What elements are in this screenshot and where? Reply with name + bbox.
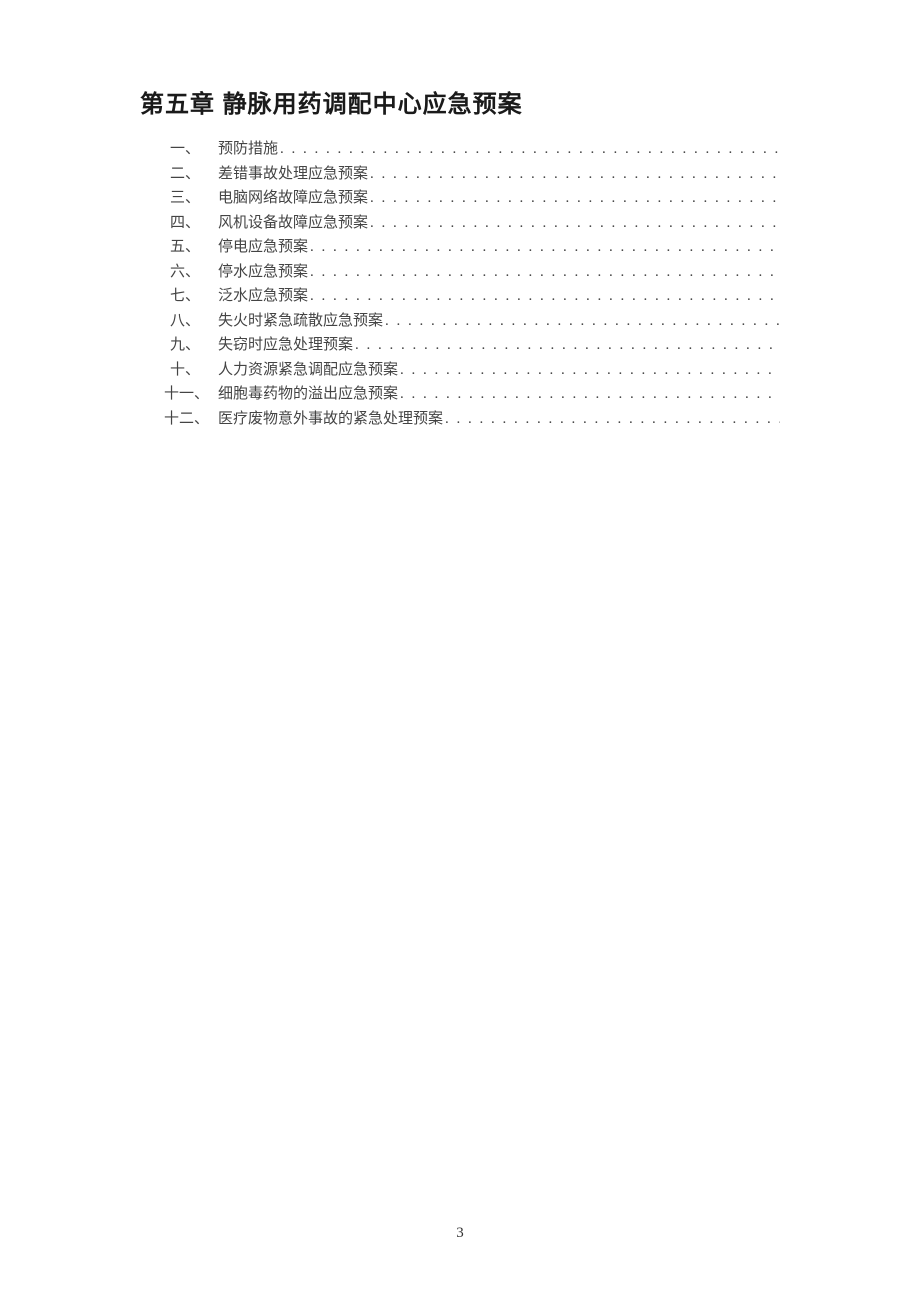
toc-number: 十二、: [164, 407, 218, 432]
toc-entry: 二、 差错事故处理应急预案 . . . . . . . . . . . . . …: [170, 162, 780, 187]
toc-label: 停电应急预案: [218, 235, 308, 260]
toc-entry: 三、 电脑网络故障应急预案 . . . . . . . . . . . . . …: [170, 186, 780, 211]
toc-entry: 十、 人力资源紧急调配应急预案 . . . . . . . . . . . . …: [170, 358, 780, 383]
toc-label: 停水应急预案: [218, 260, 308, 285]
toc-label: 人力资源紧急调配应急预案: [218, 358, 398, 383]
toc-entry: 九、 失窃时应急处理预案 . . . . . . . . . . . . . .…: [170, 333, 780, 358]
toc-leader-dots: . . . . . . . . . . . . . . . . . . . . …: [368, 162, 780, 187]
toc-leader-dots: . . . . . . . . . . . . . . . . . . . . …: [398, 382, 780, 407]
toc-leader-dots: . . . . . . . . . . . . . . . . . . . . …: [443, 407, 780, 432]
chapter-title: 第五章 静脉用药调配中心应急预案: [140, 84, 780, 119]
toc-label: 风机设备故障应急预案: [218, 211, 368, 236]
toc-label: 细胞毒药物的溢出应急预案: [218, 382, 398, 407]
toc-number: 九、: [170, 333, 218, 358]
toc-number: 八、: [170, 309, 218, 334]
toc-entry: 五、 停电应急预案 . . . . . . . . . . . . . . . …: [170, 235, 780, 260]
toc-number: 二、: [170, 162, 218, 187]
page-number: 3: [0, 1225, 920, 1242]
toc-leader-dots: . . . . . . . . . . . . . . . . . . . . …: [308, 260, 780, 285]
toc-label: 预防措施: [218, 137, 278, 162]
toc-label: 医疗废物意外事故的紧急处理预案: [218, 407, 443, 432]
toc-label: 失火时紧急疏散应急预案: [218, 309, 383, 334]
table-of-contents: 一、 预防措施 . . . . . . . . . . . . . . . . …: [170, 137, 780, 431]
toc-leader-dots: . . . . . . . . . . . . . . . . . . . . …: [353, 333, 780, 358]
toc-leader-dots: . . . . . . . . . . . . . . . . . . . . …: [398, 358, 780, 383]
document-page: 第五章 静脉用药调配中心应急预案 一、 预防措施 . . . . . . . .…: [0, 0, 920, 1302]
toc-number: 十、: [170, 358, 218, 383]
toc-number: 五、: [170, 235, 218, 260]
toc-entry: 一、 预防措施 . . . . . . . . . . . . . . . . …: [170, 137, 780, 162]
toc-label: 失窃时应急处理预案: [218, 333, 353, 358]
toc-leader-dots: . . . . . . . . . . . . . . . . . . . . …: [383, 309, 780, 334]
toc-label: 电脑网络故障应急预案: [218, 186, 368, 211]
toc-number: 七、: [170, 284, 218, 309]
toc-entry: 七、 泛水应急预案 . . . . . . . . . . . . . . . …: [170, 284, 780, 309]
toc-number: 六、: [170, 260, 218, 285]
toc-entry: 十一、 细胞毒药物的溢出应急预案 . . . . . . . . . . . .…: [170, 382, 780, 407]
toc-entry: 四、 风机设备故障应急预案 . . . . . . . . . . . . . …: [170, 211, 780, 236]
toc-leader-dots: . . . . . . . . . . . . . . . . . . . . …: [308, 284, 780, 309]
toc-label: 差错事故处理应急预案: [218, 162, 368, 187]
toc-leader-dots: . . . . . . . . . . . . . . . . . . . . …: [368, 186, 780, 211]
toc-number: 一、: [170, 137, 218, 162]
toc-entry: 十二、 医疗废物意外事故的紧急处理预案 . . . . . . . . . . …: [170, 407, 780, 432]
toc-number: 十一、: [164, 382, 218, 407]
toc-entry: 八、 失火时紧急疏散应急预案 . . . . . . . . . . . . .…: [170, 309, 780, 334]
toc-entry: 六、 停水应急预案 . . . . . . . . . . . . . . . …: [170, 260, 780, 285]
toc-leader-dots: . . . . . . . . . . . . . . . . . . . . …: [308, 235, 780, 260]
toc-number: 三、: [170, 186, 218, 211]
toc-leader-dots: . . . . . . . . . . . . . . . . . . . . …: [368, 211, 780, 236]
toc-leader-dots: . . . . . . . . . . . . . . . . . . . . …: [278, 137, 780, 162]
toc-label: 泛水应急预案: [218, 284, 308, 309]
toc-number: 四、: [170, 211, 218, 236]
